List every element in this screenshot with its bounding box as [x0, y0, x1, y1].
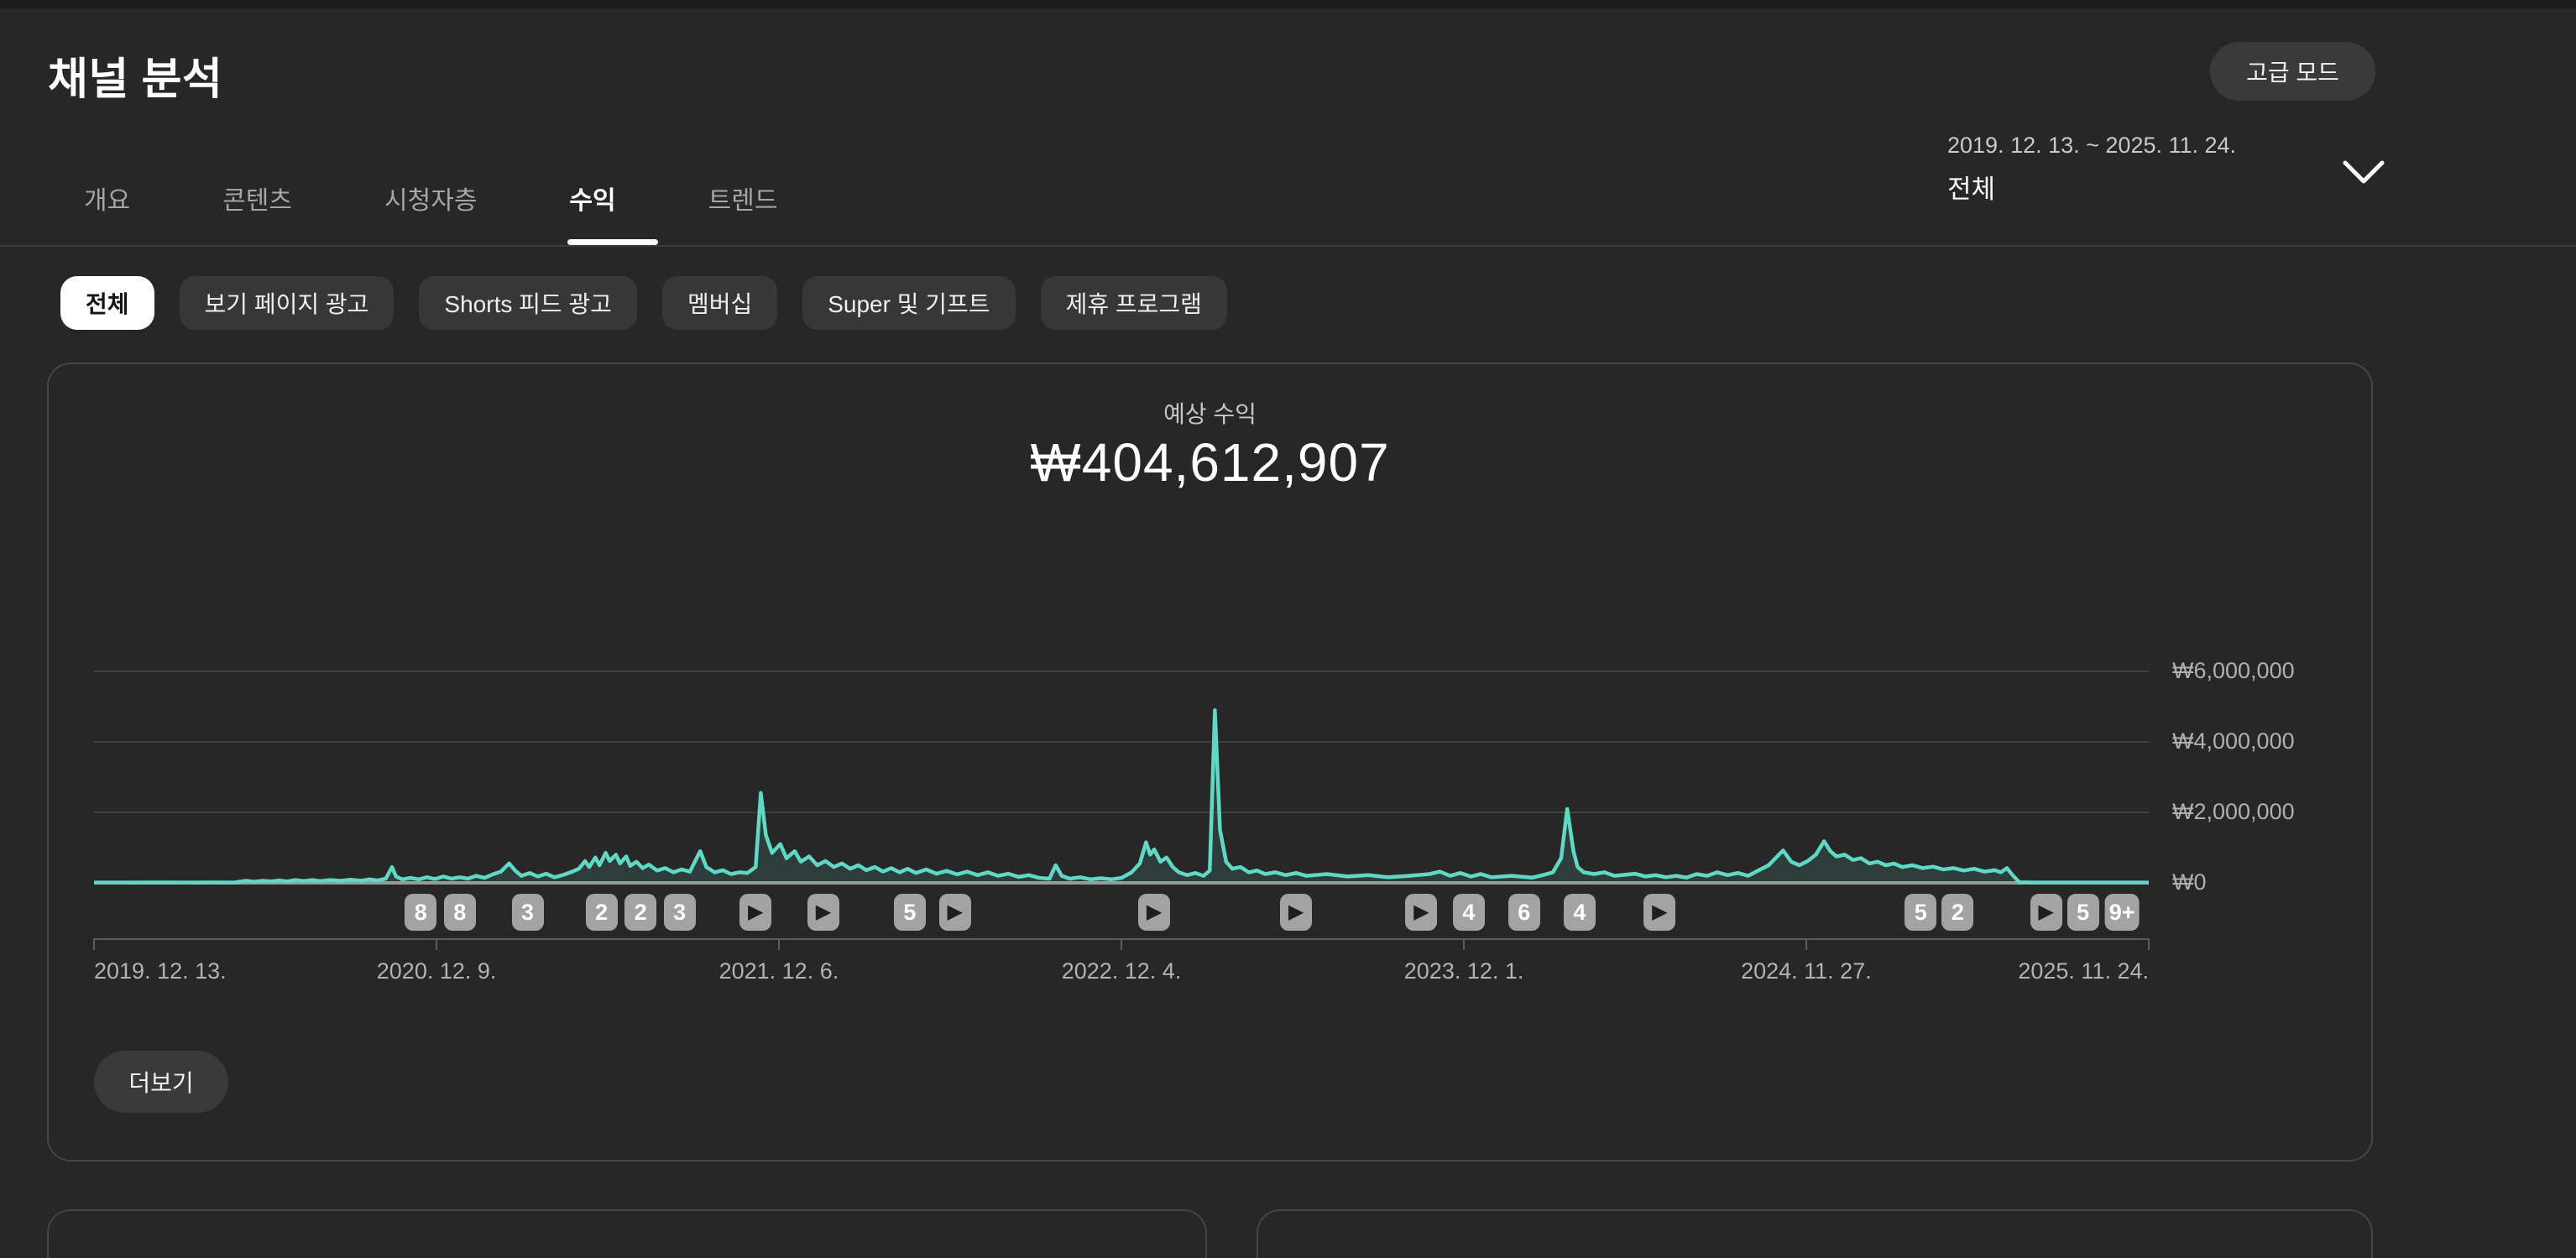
channel-analytics-page: 채널 분석 고급 모드 2019. 12. 13. ~ 2025. 11. 24…: [0, 0, 2576, 1258]
tab-audience[interactable]: 시청자층: [384, 180, 477, 217]
x-axis-tick: [1463, 938, 1465, 950]
y-axis-tick-label: ₩4,000,000: [2172, 728, 2295, 754]
tab-underline: [567, 239, 658, 245]
video-marker-badge[interactable]: 4: [1564, 894, 1596, 931]
x-axis-tick-label: 2020. 12. 9.: [377, 958, 497, 984]
video-marker-badge[interactable]: 5: [2067, 894, 2099, 931]
tab-divider: [0, 245, 2576, 247]
filter-chip-super-and-gifts[interactable]: Super 및 기프트: [802, 276, 1015, 330]
revenue-line: [94, 710, 2149, 882]
video-marker-badge[interactable]: 5: [894, 894, 926, 931]
x-axis-tick: [1121, 938, 1122, 950]
video-marker-badge[interactable]: 2: [1941, 894, 1973, 931]
video-marker-play-icon[interactable]: ▶: [2030, 894, 2062, 931]
filter-chip-shorts-feed-ads[interactable]: Shorts 피드 광고: [419, 276, 637, 330]
x-axis-tick: [93, 938, 95, 950]
tab-revenue[interactable]: 수익: [569, 180, 615, 217]
x-axis-tick: [778, 938, 780, 950]
x-axis-tick-label: 2022. 12. 4.: [1062, 958, 1182, 984]
tab-bar: 개요 콘텐츠 시청자층 수익 트렌드: [0, 151, 2576, 245]
video-marker-badge[interactable]: 6: [1508, 894, 1540, 931]
y-axis-tick-label: ₩6,000,000: [2172, 658, 2295, 684]
video-marker-play-icon[interactable]: ▶: [1405, 894, 1437, 931]
x-axis-tick: [2148, 938, 2150, 950]
video-marker-play-icon[interactable]: ▶: [1280, 894, 1312, 931]
metric-label: 예상 수익: [47, 396, 2373, 430]
see-more-button[interactable]: 더보기: [94, 1051, 228, 1113]
tab-content[interactable]: 콘텐츠: [222, 180, 292, 217]
filter-chip-watch-page-ads[interactable]: 보기 페이지 광고: [180, 276, 394, 330]
video-marker-badge[interactable]: 5: [1905, 894, 1936, 931]
video-marker-play-icon[interactable]: ▶: [939, 894, 971, 931]
bottom-card-left: [47, 1209, 1207, 1258]
x-axis-tick-label: 2024. 11. 27.: [1741, 958, 1872, 984]
metric-value: ₩404,612,907: [47, 431, 2373, 493]
x-axis-tick: [436, 938, 437, 950]
video-marker-play-icon[interactable]: ▶: [807, 894, 839, 931]
filter-chip-all[interactable]: 전체: [60, 276, 154, 330]
tab-overview[interactable]: 개요: [84, 180, 130, 217]
video-marker-badge[interactable]: 4: [1453, 894, 1485, 931]
video-marker-badge[interactable]: 3: [664, 894, 696, 931]
revenue-filter-row: 전체 보기 페이지 광고 Shorts 피드 광고 멤버십 Super 및 기프…: [0, 274, 2576, 332]
video-marker-badge[interactable]: 8: [405, 894, 436, 931]
y-axis-tick-label: ₩0: [2172, 869, 2207, 895]
x-axis-tick-label: 2023. 12. 1.: [1404, 958, 1524, 984]
video-marker-badge[interactable]: 8: [444, 894, 476, 931]
video-marker-play-icon[interactable]: ▶: [1138, 894, 1170, 931]
video-marker-badge[interactable]: 9+: [2105, 894, 2140, 931]
y-axis-tick-label: ₩2,000,000: [2172, 799, 2295, 825]
revenue-chart-svg[interactable]: [94, 655, 2149, 898]
x-axis-tick-label: 2025. 11. 24.: [2018, 958, 2149, 984]
page-title: 채널 분석: [48, 44, 222, 107]
video-marker-play-icon[interactable]: ▶: [1643, 894, 1675, 931]
x-axis-tick: [1805, 938, 1807, 950]
x-axis-tick-label: 2021. 12. 6.: [719, 958, 839, 984]
video-marker-badge[interactable]: 3: [512, 894, 544, 931]
top-strip: [0, 0, 2576, 8]
video-marker-play-icon[interactable]: ▶: [739, 894, 771, 931]
bottom-card-right: [1257, 1209, 2373, 1258]
video-marker-badge[interactable]: 2: [586, 894, 618, 931]
tab-trends[interactable]: 트렌드: [708, 180, 778, 217]
filter-chip-affiliate-program[interactable]: 제휴 프로그램: [1041, 276, 1227, 330]
filter-chip-memberships[interactable]: 멤버십: [662, 276, 777, 330]
video-marker-badge[interactable]: 2: [624, 894, 656, 931]
x-axis-tick-label: 2019. 12. 13.: [94, 958, 227, 984]
advanced-mode-button[interactable]: 고급 모드: [2210, 42, 2375, 101]
